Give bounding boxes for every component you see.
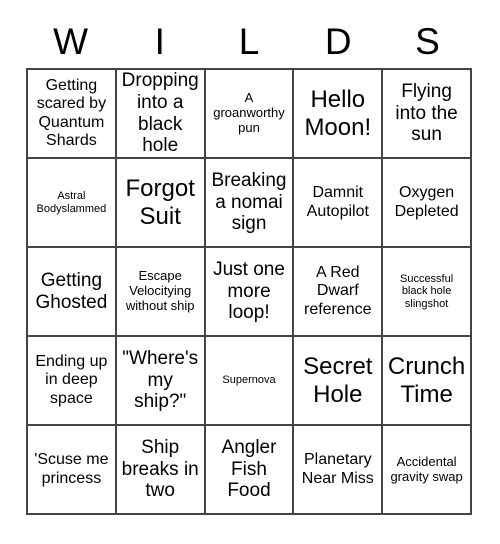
bingo-cell-label: A Red Dwarf reference (303, 264, 372, 318)
bingo-cell[interactable]: Angler Fish Food (205, 426, 295, 515)
bingo-cell[interactable]: Flying into the sun (383, 70, 472, 159)
bingo-cell[interactable]: Oxygen Depleted (383, 159, 472, 248)
bingo-card: W I L D S Getting scared by Quantum Shar… (26, 14, 472, 515)
header-letter-3: L (238, 20, 260, 62)
bingo-cell-label: Successful black hole slingshot (399, 272, 454, 310)
bingo-row: Getting Ghosted Escape Velocitying witho… (28, 248, 472, 337)
bingo-header-row: W I L D S (26, 14, 472, 68)
bingo-cell[interactable]: Escape Velocitying without ship (116, 248, 206, 337)
bingo-cell[interactable]: Ship breaks in two (116, 426, 206, 515)
bingo-cell[interactable]: "Where's my ship?" (116, 337, 206, 426)
bingo-cell-label: Hello Moon! (304, 86, 372, 141)
bingo-cell[interactable]: Crunch Time (383, 337, 472, 426)
bingo-cell[interactable]: Hello Moon! (294, 70, 384, 159)
bingo-cell-label: Ending up in deep space (35, 353, 108, 407)
bingo-cell-label: Escape Velocitying without ship (125, 268, 195, 313)
bingo-cell-label: Flying into the sun (395, 81, 458, 146)
bingo-cell-label: Ship breaks in two (121, 437, 199, 502)
bingo-cell[interactable]: Just one more loop! (205, 248, 295, 337)
bingo-cell-label: Getting Ghosted (35, 269, 108, 313)
bingo-row: Ending up in deep space "Where's my ship… (28, 337, 472, 426)
bingo-cell-label: 'Scuse me princess (34, 451, 109, 487)
bingo-cell[interactable]: Getting scared by Quantum Shards (28, 70, 117, 159)
header-letter-5: S (415, 20, 440, 62)
bingo-grid: Getting scared by Quantum Shards Droppin… (26, 68, 472, 515)
bingo-cell-label: Planetary Near Miss (301, 451, 374, 487)
header-letter-4: D (324, 20, 352, 62)
bingo-cell[interactable]: A Red Dwarf reference (294, 248, 384, 337)
bingo-cell[interactable]: Forgot Suit (116, 159, 206, 248)
bingo-cell[interactable]: Planetary Near Miss (294, 426, 384, 515)
bingo-cell-label: Just one more loop! (213, 259, 285, 324)
bingo-cell-label: Forgot Suit (125, 175, 195, 230)
bingo-cell-label: Secret Hole (303, 353, 373, 408)
bingo-cell-label: "Where's my ship?" (122, 348, 199, 413)
bingo-cell-label: Damnit Autopilot (306, 184, 369, 220)
bingo-cell[interactable]: Breaking a nomai sign (205, 159, 295, 248)
bingo-cell[interactable]: Secret Hole (294, 337, 384, 426)
header-letter-2: I (154, 20, 165, 62)
bingo-cell-label: Oxygen Depleted (394, 184, 459, 220)
bingo-cell-label: Supernova (222, 374, 276, 387)
bingo-cell-label: Accidental gravity swap (390, 453, 463, 484)
bingo-cell[interactable]: Supernova (205, 337, 295, 426)
header-letter-1: W (53, 20, 89, 62)
bingo-cell-label: Breaking a nomai sign (211, 170, 287, 235)
bingo-cell[interactable]: Dropping into a black hole (116, 70, 206, 159)
bingo-cell-label: Angler Fish Food (221, 437, 277, 502)
bingo-cell[interactable]: Getting Ghosted (28, 248, 117, 337)
bingo-cell[interactable]: Accidental gravity swap (383, 426, 472, 515)
bingo-cell[interactable]: Ending up in deep space (28, 337, 117, 426)
bingo-cell[interactable]: 'Scuse me princess (28, 426, 117, 515)
bingo-cell-label: Astral Bodyslammed (36, 189, 107, 215)
bingo-cell-label: Dropping into a black hole (121, 70, 199, 157)
bingo-cell-label: A groanworthy pun (213, 90, 285, 135)
bingo-cell[interactable]: A groanworthy pun (205, 70, 295, 159)
bingo-cell[interactable]: Astral Bodyslammed (28, 159, 117, 248)
bingo-cell-label: Crunch Time (387, 353, 466, 408)
bingo-row: Astral Bodyslammed Forgot Suit Breaking … (28, 159, 472, 248)
bingo-row: Getting scared by Quantum Shards Droppin… (28, 70, 472, 159)
bingo-row: 'Scuse me princess Ship breaks in two An… (28, 426, 472, 515)
bingo-cell[interactable]: Damnit Autopilot (294, 159, 384, 248)
bingo-cell-label: Getting scared by Quantum Shards (36, 77, 107, 149)
bingo-cell[interactable]: Successful black hole slingshot (383, 248, 472, 337)
